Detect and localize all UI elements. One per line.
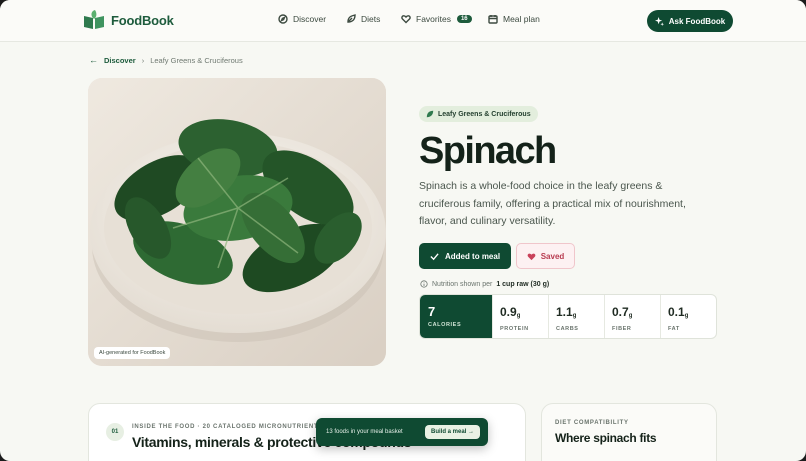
food-photo: AI-generated for FoodBook (88, 78, 386, 366)
leaf-icon (347, 14, 356, 23)
calendar-icon (488, 15, 498, 24)
calories-label: CALORIES (428, 322, 462, 328)
nutrition-note-portion: 1 cup raw (30 g) (496, 280, 550, 288)
nav-discover-label: Discover (293, 14, 327, 24)
ask-foodbook-label: Ask FoodBook (668, 16, 726, 26)
app-window: FoodBook Discover Diets Favorites 16 Mea… (0, 0, 806, 461)
added-to-meal-button[interactable]: Added to meal (419, 243, 511, 269)
breadcrumb: ← Discover › Leafy Greens & Cruciferous (89, 55, 243, 65)
breadcrumb-current: Leafy Greens & Cruciferous (150, 55, 243, 65)
compass-icon (278, 14, 288, 24)
nutrition-cell-fiber: 0.7g FIBER (604, 295, 660, 338)
nutrition-summary: 7 CALORIES 0.9g PROTEIN 1.1g CARBS 0.7g … (419, 294, 717, 339)
protein-unit: g (516, 313, 521, 319)
saved-label: Saved (540, 251, 565, 261)
carbs-value: 1.1 (556, 305, 573, 319)
nutrition-cell-protein: 0.9g PROTEIN (492, 295, 548, 338)
inside-card-kicker: INSIDE THE FOOD · 20 CATALOGED MICRONUTR… (132, 424, 323, 430)
brand-logo[interactable]: FoodBook (82, 10, 174, 30)
breadcrumb-discover-link[interactable]: Discover (104, 56, 136, 65)
nav-meal-plan[interactable]: Meal plan (488, 14, 540, 24)
build-a-meal-button[interactable]: Build a meal → (424, 425, 480, 439)
leaf-icon (426, 110, 434, 118)
heart-filled-icon (527, 253, 536, 260)
sparkle-icon (654, 16, 664, 26)
check-icon (430, 252, 439, 260)
nav-meal-plan-label: Meal plan (503, 14, 540, 24)
diet-compatibility-card: DIET COMPATIBILITY Where spinach fits (541, 403, 717, 461)
section-number: 01 (106, 423, 124, 441)
fat-unit: g (684, 313, 689, 319)
protein-label: PROTEIN (500, 326, 529, 332)
protein-value: 0.9 (500, 305, 517, 319)
category-label: Leafy Greens & Cruciferous (438, 110, 531, 118)
brand-name: FoodBook (111, 12, 174, 28)
nutrition-note-prefix: Nutrition shown per (432, 280, 493, 288)
fat-label: FAT (668, 326, 680, 332)
carbs-label: CARBS (556, 326, 579, 332)
calories-value: 7 (428, 304, 436, 319)
chevron-right-icon: › (141, 55, 145, 65)
meal-basket-toast: 13 foods in your meal basket Build a mea… (316, 418, 488, 446)
fiber-unit: g (628, 313, 633, 319)
book-leaf-icon (84, 10, 104, 29)
nutrition-note: Nutrition shown per 1 cup raw (30 g) (420, 280, 549, 288)
fiber-label: FIBER (612, 326, 632, 332)
food-title: Spinach (419, 130, 557, 172)
nav-favorites-label: Favorites (416, 14, 451, 24)
added-to-meal-label: Added to meal (444, 251, 501, 261)
nav-discover[interactable]: Discover (278, 14, 326, 24)
heart-icon (401, 15, 411, 24)
nav-diets-label: Diets (361, 14, 381, 24)
food-description: Spinach is a whole-food choice in the le… (419, 180, 686, 227)
nutrition-cell-carbs: 1.1g CARBS (548, 295, 604, 338)
back-arrow-icon[interactable]: ← (89, 55, 98, 65)
nav-favorites[interactable]: Favorites 16 (401, 14, 472, 24)
top-navigation-bar: FoodBook Discover Diets Favorites 16 Mea… (0, 0, 806, 42)
favorites-count-badge: 16 (456, 15, 472, 23)
category-pill[interactable]: Leafy Greens & Cruciferous (419, 106, 538, 122)
spinach-bowl-illustration (88, 78, 386, 366)
nutrition-cell-fat: 0.1g FAT (660, 295, 716, 338)
nutrition-cell-calories: 7 CALORIES (420, 295, 492, 338)
carbs-unit: g (572, 313, 577, 319)
ask-foodbook-button[interactable]: Ask FoodBook (647, 10, 733, 32)
fat-value: 0.1 (668, 305, 685, 319)
fiber-value: 0.7 (612, 305, 629, 319)
diet-card-kicker: DIET COMPATIBILITY (555, 420, 629, 426)
info-icon (420, 280, 428, 288)
saved-button[interactable]: Saved (516, 243, 575, 269)
meal-basket-text: 13 foods in your meal basket (326, 429, 403, 435)
diet-card-title: Where spinach fits (555, 431, 657, 445)
nav-diets[interactable]: Diets (346, 14, 380, 24)
ai-generated-caption: AI-generated for FoodBook (94, 347, 171, 359)
